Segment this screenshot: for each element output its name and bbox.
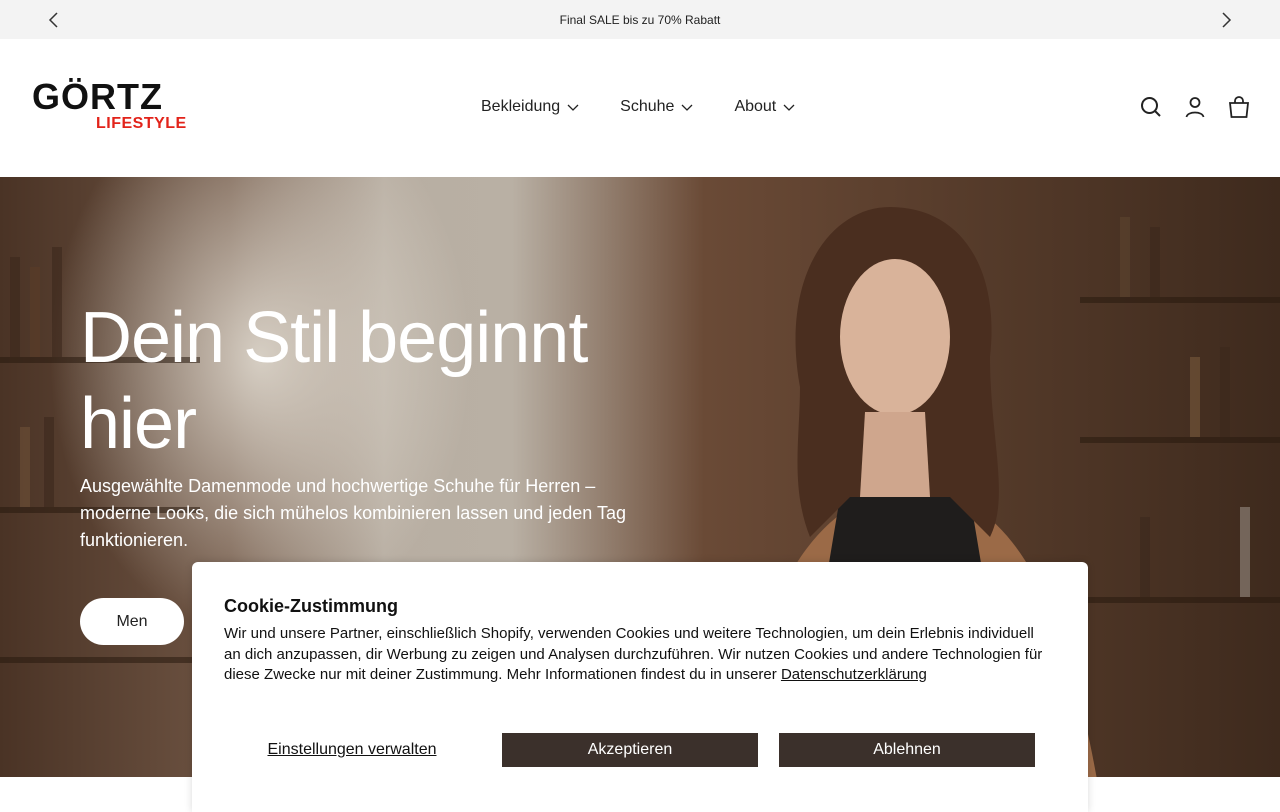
shelf (1080, 437, 1280, 443)
cart-icon[interactable] (1227, 95, 1251, 119)
account-icon[interactable] (1183, 95, 1207, 119)
nav-item-label: Bekleidung (481, 98, 561, 115)
cookie-actions: Einstellungen verwalten Akzeptieren Able… (224, 733, 1035, 767)
cookie-body: Wir und unsere Partner, einschließlich S… (224, 624, 1044, 686)
nav-item-label: Schuhe (620, 98, 675, 115)
book (10, 257, 20, 357)
hero-title: Dein Stil beginnt hier (80, 298, 588, 464)
nav-item-label: About (734, 98, 777, 115)
book (1140, 517, 1150, 597)
hero-men-button[interactable]: Men (80, 598, 184, 645)
chevron-down-icon (783, 104, 795, 111)
nav-item-bekleidung[interactable]: Bekleidung (481, 95, 580, 119)
manage-settings-button[interactable]: Einstellungen verwalten (224, 733, 480, 767)
nav-item-schuhe[interactable]: Schuhe (620, 95, 694, 119)
chevron-left-icon[interactable] (44, 10, 64, 30)
header-icons (1139, 95, 1251, 119)
book (1220, 347, 1230, 437)
main-nav: Bekleidung Schuhe About (481, 95, 796, 119)
cookie-title: Cookie-Zustimmung (224, 596, 398, 616)
book (1120, 217, 1130, 297)
logo-brand: GÖRTZ (32, 76, 163, 117)
hero-subtitle: Ausgewählte Damenmode und hochwertige Sc… (80, 476, 627, 550)
book (1190, 357, 1200, 437)
announcement-bar: Final SALE bis zu 70% Rabatt (0, 0, 1280, 39)
chevron-down-icon (681, 104, 693, 111)
shelf (0, 657, 200, 663)
nav-item-about[interactable]: About (734, 95, 796, 119)
logo[interactable]: GÖRTZ LIFESTYLE (32, 79, 192, 135)
search-icon[interactable] (1139, 95, 1163, 119)
book (30, 267, 40, 357)
decline-button[interactable]: Ablehnen (779, 733, 1035, 767)
logo-sub: LIFESTYLE (96, 115, 187, 132)
shelf (1080, 297, 1280, 303)
shelf (1080, 597, 1280, 603)
chevron-right-icon[interactable] (1216, 10, 1236, 30)
site-header: GÖRTZ LIFESTYLE Bekleidung Schuhe About (0, 39, 1280, 177)
chevron-down-icon (567, 104, 579, 111)
book (52, 247, 62, 357)
book (20, 427, 30, 507)
accept-button[interactable]: Akzeptieren (502, 733, 758, 767)
announcement-text[interactable]: Final SALE bis zu 70% Rabatt (560, 13, 721, 27)
privacy-policy-link[interactable]: Datenschutzerklärung (781, 666, 927, 683)
book (1240, 507, 1250, 597)
book (1150, 227, 1160, 297)
cookie-consent-dialog: Cookie-Zustimmung Wir und unsere Partner… (192, 562, 1088, 812)
book (44, 417, 54, 507)
